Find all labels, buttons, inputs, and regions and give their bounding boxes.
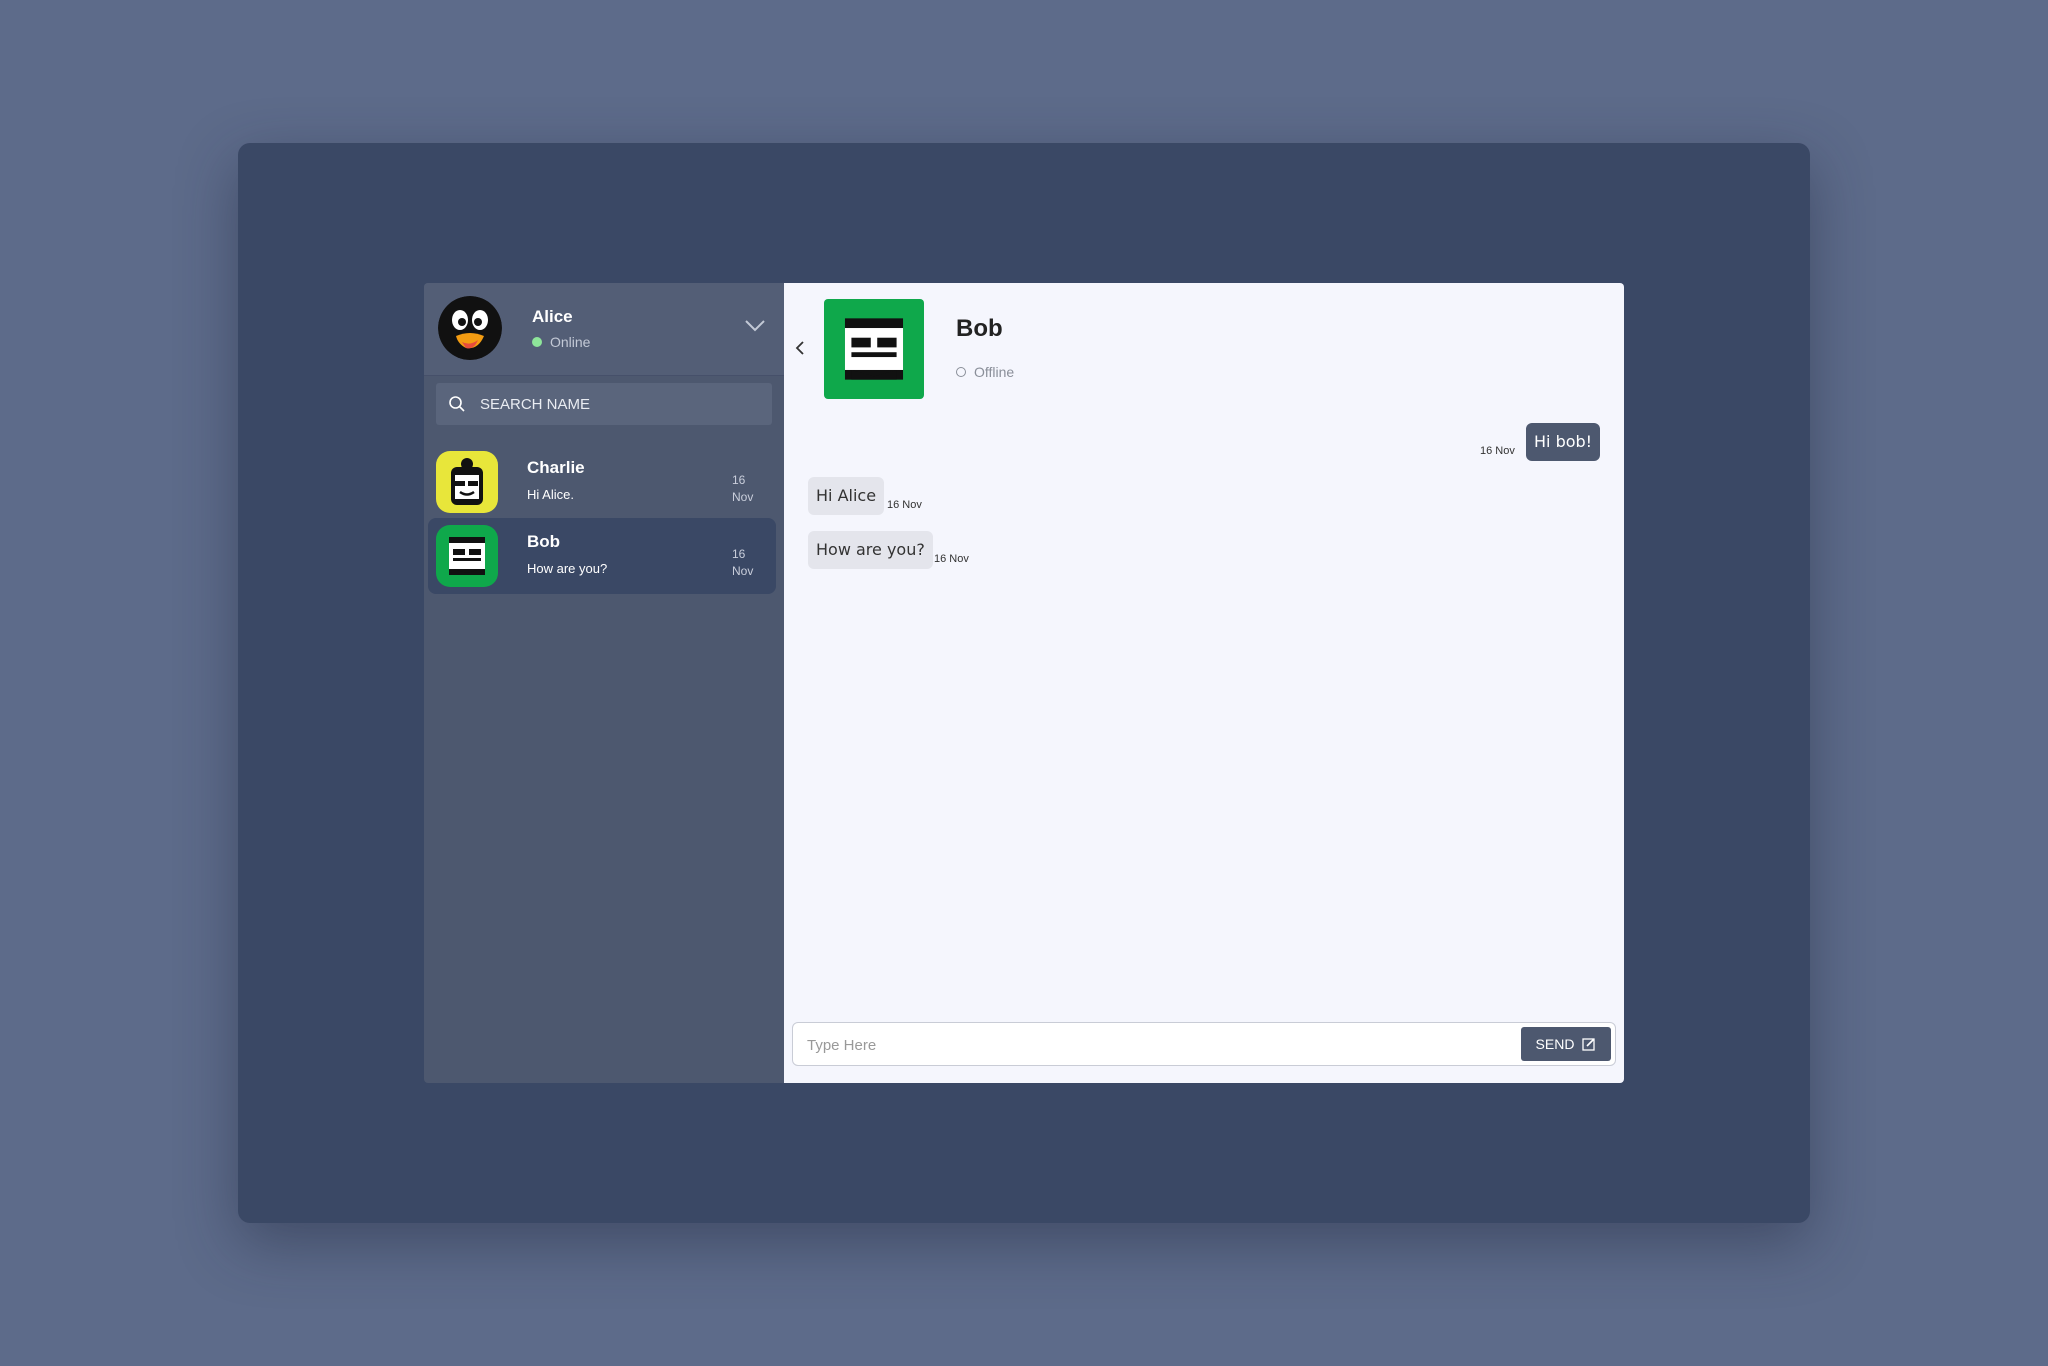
contact-date: 16 Nov (732, 547, 754, 578)
search-input[interactable] (478, 394, 762, 414)
search-icon (449, 396, 465, 412)
message-bubble-incoming: How are you? (808, 531, 933, 569)
user-name: Alice (532, 307, 573, 326)
user-status: Online (532, 334, 590, 350)
message-date: 16 Nov (934, 553, 969, 565)
message-date: 16 Nov (887, 499, 922, 511)
penguin-avatar-icon (438, 296, 502, 360)
contact-name: Bob (527, 532, 561, 551)
offline-status-icon (956, 367, 966, 377)
robot-avatar-icon (824, 299, 924, 399)
message-composer: SEND (792, 1022, 1616, 1067)
user-avatar[interactable] (438, 296, 502, 360)
contact-last-message: How are you? (527, 561, 608, 576)
sidebar: Alice Online SEARCH NAME Charlie Hi Alic… (424, 283, 784, 1083)
message-input[interactable] (805, 1023, 1509, 1067)
chevron-down-icon[interactable] (744, 319, 766, 333)
robot-avatar-icon (436, 525, 498, 587)
contact-item-bob[interactable]: Bob How are you? 16 Nov (428, 518, 776, 594)
contact-avatar (436, 451, 498, 513)
message-date: 16 Nov (1480, 445, 1515, 457)
online-status-icon (532, 337, 542, 347)
edit-icon (1582, 1038, 1596, 1051)
chat-app: Alice Online SEARCH NAME Charlie Hi Alic… (424, 283, 1624, 1083)
message-bubble-outgoing: Hi bob! (1526, 423, 1601, 461)
chat-contact-name: Bob (956, 315, 1003, 342)
contact-avatar (436, 525, 498, 587)
message-bubble-incoming: Hi Alice (808, 477, 885, 515)
user-profile: Alice Online (424, 283, 784, 376)
chat-contact-avatar (824, 299, 924, 399)
robot-avatar-icon (436, 451, 498, 513)
send-button[interactable]: SEND (1521, 1027, 1611, 1061)
search-bar (436, 383, 772, 425)
send-button-label: SEND (1535, 1036, 1575, 1052)
contact-name: Charlie (527, 458, 585, 477)
contact-item-charlie[interactable]: Charlie Hi Alice. 16 Nov (428, 444, 776, 520)
chat-contact-status: Offline (956, 364, 1014, 380)
back-arrow-icon[interactable] (794, 339, 806, 357)
user-status-text: Online (550, 334, 591, 350)
chat-status-text: Offline (974, 364, 1015, 380)
chat-pane: Bob Offline 16 Nov Hi bob! Hi Alice 16 N… (784, 283, 1624, 1083)
contact-last-message: Hi Alice. (527, 487, 574, 502)
contact-date: 16 Nov (732, 473, 754, 504)
